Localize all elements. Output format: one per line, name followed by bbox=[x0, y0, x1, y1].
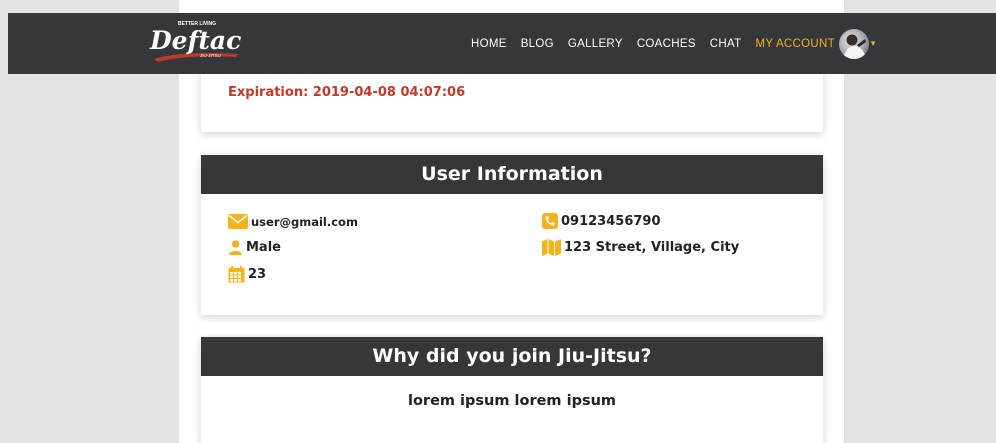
nav-item-chat[interactable]: CHAT bbox=[710, 38, 742, 50]
user-phone-value: 09123456790 bbox=[561, 213, 661, 229]
user-email-value: user@gmail.com bbox=[251, 214, 358, 229]
avatar[interactable] bbox=[838, 28, 869, 59]
nav-item-home[interactable]: HOME bbox=[471, 38, 507, 50]
envelope-icon bbox=[228, 214, 248, 229]
calendar-icon bbox=[228, 266, 245, 283]
nav-item-blog[interactable]: BLOG bbox=[521, 38, 554, 50]
user-information-card: User Information user@gmail.com Male 23 … bbox=[201, 155, 823, 315]
chevron-down-icon[interactable]: ▾ bbox=[871, 38, 876, 49]
phone-icon bbox=[542, 213, 558, 229]
logo-subtitle: JIU-JITSU bbox=[200, 53, 221, 58]
user-icon bbox=[228, 240, 243, 255]
logo-wordmark: Deftac bbox=[149, 26, 241, 55]
nav-menu: HOME BLOG GALLERY COACHES CHAT MY ACCOUN… bbox=[471, 13, 876, 74]
user-information-title: User Information bbox=[201, 155, 823, 194]
user-phone: 09123456790 bbox=[542, 213, 661, 229]
deftac-logo[interactable]: BETTER LIVING Deftac JIU-JITSU bbox=[142, 13, 262, 74]
nav-item-my-account[interactable]: MY ACCOUNT bbox=[755, 38, 834, 50]
user-age: 23 bbox=[228, 266, 266, 283]
why-jiujitsu-card: Why did you join Jiu-Jitsu? lorem ipsum … bbox=[201, 337, 823, 443]
user-email: user@gmail.com bbox=[228, 214, 358, 229]
user-gender-value: Male bbox=[246, 240, 281, 255]
user-address-value: 123 Street, Village, City bbox=[564, 240, 740, 255]
why-jiujitsu-answer: lorem ipsum lorem ipsum bbox=[407, 393, 617, 409]
top-navbar: BETTER LIVING Deftac JIU-JITSU HOME BLOG… bbox=[8, 13, 996, 74]
nav-item-gallery[interactable]: GALLERY bbox=[568, 38, 623, 50]
why-jiujitsu-title: Why did you join Jiu-Jitsu? bbox=[201, 337, 823, 376]
user-age-value: 23 bbox=[248, 267, 267, 282]
map-icon bbox=[542, 239, 561, 256]
user-gender: Male bbox=[228, 240, 281, 255]
user-address: 123 Street, Village, City bbox=[542, 239, 739, 256]
nav-item-coaches[interactable]: COACHES bbox=[637, 38, 696, 50]
membership-expiration: Expiration: 2019-04-08 04:07:06 bbox=[228, 85, 466, 100]
